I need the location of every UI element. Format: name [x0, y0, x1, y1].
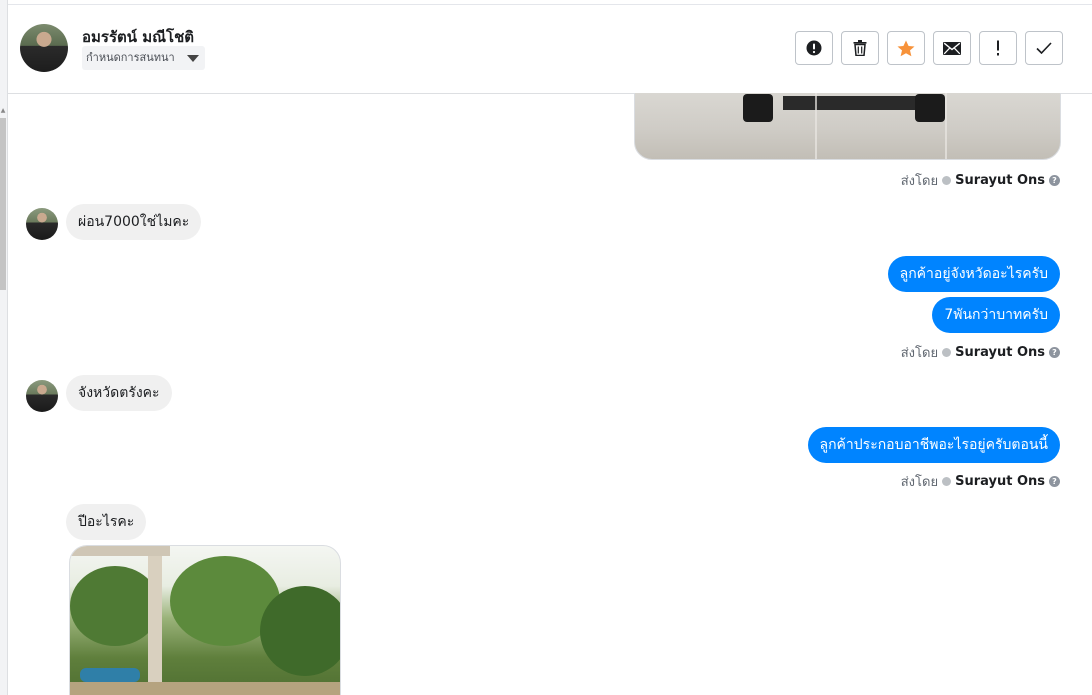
delete-button[interactable]	[841, 31, 879, 65]
outgoing-message[interactable]: ลูกค้าอยู่จังหวัดอะไรครับ	[887, 256, 1060, 292]
agent-name[interactable]: Surayut Ons	[955, 173, 1045, 188]
agent-name[interactable]: Surayut Ons	[955, 345, 1045, 360]
incoming-message[interactable]: ปีอะไรคะ	[66, 504, 147, 540]
verified-dot-icon	[942, 176, 952, 185]
left-panel-edge	[0, 0, 8, 695]
follow-up-button[interactable]	[979, 31, 1017, 65]
exclamation-icon	[997, 40, 999, 56]
set-conversation-label: กำหนดการสนทนา	[86, 51, 175, 64]
photo-detail	[743, 94, 773, 122]
conversation-actions	[795, 31, 1063, 65]
message-thread[interactable]: ส่งโดย Surayut Ons ? ผ่อน7000ใช่ไมคะ ลูก…	[8, 93, 1092, 695]
photo-detail	[70, 682, 340, 695]
photo-detail	[70, 566, 160, 646]
contact-avatar-small[interactable]	[26, 380, 58, 412]
envelope-icon	[943, 41, 961, 55]
photo-detail	[148, 556, 162, 695]
mark-spam-button[interactable]	[795, 31, 833, 65]
set-conversation-dropdown[interactable]: กำหนดการสนทนา	[82, 46, 205, 70]
mark-done-button[interactable]	[1025, 31, 1063, 65]
caret-down-icon	[186, 55, 199, 62]
verified-dot-icon	[942, 348, 952, 357]
conversation-header: อมรรัตน์ มณีโชติ กำหนดการสนทนา	[8, 4, 1092, 94]
scroll-up-arrow-icon[interactable]: ▲	[0, 108, 6, 114]
incoming-message[interactable]: ผ่อน7000ใช่ไมคะ	[66, 204, 202, 240]
help-icon[interactable]: ?	[1049, 347, 1060, 358]
sent-by-label: ส่งโดย	[900, 174, 939, 189]
outgoing-message[interactable]: 7พันกว่าบาทครับ	[932, 297, 1060, 333]
sent-by-label: ส่งโดย	[900, 346, 939, 361]
left-scrollbar-thumb[interactable]	[0, 118, 6, 290]
verified-dot-icon	[942, 477, 952, 486]
help-icon[interactable]: ?	[1049, 175, 1060, 186]
contact-avatar-small[interactable]	[26, 208, 58, 240]
alert-circle-icon	[806, 40, 822, 56]
photo-detail	[70, 546, 170, 556]
attached-photo-garden[interactable]	[69, 545, 341, 695]
outgoing-message[interactable]: ลูกค้าประกอบอาชีพอะไรอยู่ครับตอนนี้	[807, 427, 1060, 463]
incoming-message[interactable]: จังหวัดตรังคะ	[66, 375, 172, 411]
photo-detail	[815, 93, 817, 159]
sent-by-label: ส่งโดย	[900, 475, 939, 490]
photo-detail	[915, 94, 945, 122]
contact-avatar[interactable]	[20, 24, 68, 72]
help-icon[interactable]: ?	[1049, 476, 1060, 487]
star-icon	[897, 40, 915, 56]
photo-detail	[80, 668, 140, 682]
star-button[interactable]	[887, 31, 925, 65]
sent-by-line: ส่งโดย Surayut Ons ?	[901, 342, 1060, 363]
check-icon	[1036, 42, 1052, 54]
attached-photo-car[interactable]	[634, 93, 1061, 160]
photo-detail	[783, 96, 923, 110]
photo-detail	[260, 586, 340, 676]
sent-by-line: ส่งโดย Surayut Ons ?	[901, 170, 1060, 191]
sent-by-line: ส่งโดย Surayut Ons ?	[901, 471, 1060, 492]
agent-name[interactable]: Surayut Ons	[955, 474, 1045, 489]
trash-icon	[853, 40, 867, 56]
photo-detail	[945, 93, 947, 159]
mark-unread-button[interactable]	[933, 31, 971, 65]
